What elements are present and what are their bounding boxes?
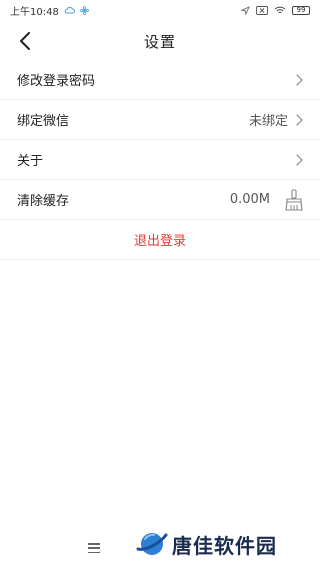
settings-list: 修改登录密码 绑定微信 未绑定 关于 清除缓存 0.00M 退出登录 — [0, 60, 320, 260]
clear-cache-item[interactable]: 清除缓存 0.00M — [0, 180, 320, 220]
item-label: 清除缓存 — [17, 194, 70, 209]
change-password-item[interactable]: 修改登录密码 — [0, 60, 320, 100]
page-title: 设置 — [143, 32, 176, 51]
settings-screen: 上午10:48 99 设置 修改登录密码 绑定微信 未绑定 关于 清除缓存 0.… — [0, 0, 320, 569]
logout-label: 退出登录 — [133, 234, 186, 249]
battery-icon: 99 — [292, 5, 310, 15]
no-sim-icon — [256, 5, 268, 15]
item-label: 修改登录密码 — [17, 74, 96, 89]
logout-button[interactable]: 退出登录 — [0, 220, 320, 260]
chevron-right-icon — [294, 73, 304, 86]
item-label: 绑定微信 — [17, 114, 70, 129]
status-bar: 上午10:48 99 — [0, 0, 320, 20]
wifi-icon — [274, 6, 286, 15]
back-button[interactable] — [12, 28, 38, 54]
wechat-bind-status: 未绑定 — [248, 114, 288, 129]
cache-size: 0.00M — [229, 192, 270, 207]
chevron-left-icon — [20, 32, 30, 50]
location-arrow-icon — [241, 5, 250, 15]
title-bar: 设置 — [0, 22, 320, 60]
watermark-text: 唐佳软件园 — [172, 533, 277, 558]
chevron-right-icon — [294, 113, 304, 126]
about-item[interactable]: 关于 — [0, 140, 320, 180]
item-label: 关于 — [17, 154, 44, 169]
watermark-logo-icon — [136, 533, 168, 555]
chevron-right-icon — [294, 153, 304, 166]
status-time: 上午10:48 — [10, 6, 59, 18]
bind-wechat-item[interactable]: 绑定微信 未绑定 — [0, 100, 320, 140]
watermark: 唐佳软件园 — [136, 528, 277, 560]
menu-icon[interactable] — [88, 543, 100, 553]
flower-icon — [80, 5, 89, 15]
broom-icon[interactable] — [284, 188, 304, 211]
cloud-icon — [64, 6, 75, 14]
